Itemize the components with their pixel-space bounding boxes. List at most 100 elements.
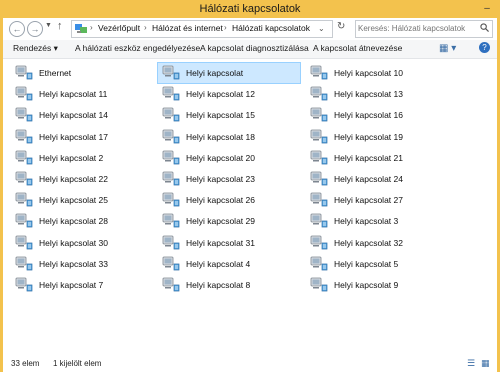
network-adapter-icon (15, 235, 33, 249)
forward-arrow-icon[interactable]: → (27, 21, 43, 37)
connection-item[interactable]: Helyi kapcsolat 11 (11, 84, 153, 104)
connection-item[interactable]: Helyi kapcsolat 7 (11, 275, 153, 295)
connection-label: Helyi kapcsolat 20 (186, 152, 255, 163)
connection-item[interactable]: Helyi kapcsolat 27 (306, 190, 448, 210)
connection-item[interactable]: Helyi kapcsolat 16 (306, 105, 448, 125)
connection-item[interactable]: Helyi kapcsolat 12 (158, 84, 300, 104)
connection-label: Helyi kapcsolat 25 (39, 195, 108, 206)
breadcrumb-network-connections[interactable]: Hálózati kapcsolatok (232, 23, 310, 33)
address-row: ← → ▼ ↑ › Vezérlőpult › Hálózat és inter… (3, 18, 497, 40)
selected-count: 1 kijelölt elem (53, 359, 102, 368)
connection-label: Helyi kapcsolat 23 (186, 174, 255, 184)
minimize-icon[interactable]: – (480, 0, 494, 18)
search-icon[interactable] (480, 23, 489, 32)
recent-locations-chevron-icon[interactable]: ▼ (45, 22, 52, 29)
connection-item[interactable]: Helyi kapcsolat 28 (11, 211, 153, 231)
connection-item[interactable]: Helyi kapcsolat 21 (306, 148, 448, 168)
connection-item[interactable]: Helyi kapcsolat (157, 62, 301, 84)
network-adapter-icon (162, 213, 180, 228)
network-adapter-icon (310, 277, 328, 292)
refresh-icon[interactable]: ↻ (337, 21, 345, 32)
connection-item[interactable]: Ethernet (11, 63, 153, 83)
breadcrumb-separator-icon[interactable]: › (224, 23, 227, 32)
help-icon[interactable]: ? (479, 42, 490, 53)
connection-item[interactable]: Helyi kapcsolat 26 (158, 190, 300, 210)
connection-item[interactable]: Helyi kapcsolat 33 (11, 254, 153, 274)
connection-label: Helyi kapcsolat 17 (39, 131, 108, 142)
connection-item[interactable]: Helyi kapcsolat 22 (11, 169, 153, 189)
connection-item[interactable]: Helyi kapcsolat 9 (306, 275, 448, 295)
change-view-icon[interactable]: ▦ ▾ (439, 43, 456, 54)
network-adapter-icon (162, 192, 180, 207)
network-adapter-icon (15, 129, 33, 143)
command-bar: Rendezés ▾ A hálózati eszköz engedélyezé… (3, 40, 497, 59)
connection-item[interactable]: Helyi kapcsolat 19 (306, 127, 448, 147)
connection-item[interactable]: Helyi kapcsolat 13 (306, 84, 448, 104)
title-bar[interactable]: Hálózati kapcsolatok – (0, 0, 500, 18)
up-arrow-icon[interactable]: ↑ (57, 20, 63, 32)
connection-item[interactable]: Helyi kapcsolat 2 (11, 148, 153, 168)
connection-label: Helyi kapcsolat 4 (186, 258, 251, 269)
connection-item[interactable]: Helyi kapcsolat 15 (158, 105, 300, 125)
connection-item[interactable]: Helyi kapcsolat 20 (158, 148, 300, 168)
network-adapter-icon (15, 150, 33, 165)
search-box[interactable] (355, 20, 493, 38)
connection-label: Helyi kapcsolat 24 (334, 174, 403, 184)
connection-item[interactable]: Helyi kapcsolat 25 (11, 190, 153, 210)
connection-item[interactable]: Helyi kapcsolat 32 (306, 233, 448, 253)
connection-item[interactable]: Helyi kapcsolat 23 (158, 169, 300, 189)
network-adapter-icon (310, 129, 328, 143)
connection-item[interactable]: Helyi kapcsolat 17 (11, 127, 153, 147)
connection-label: Helyi kapcsolat 30 (39, 237, 108, 248)
address-history-chevron-icon[interactable]: ⌄ (318, 24, 325, 33)
connection-item[interactable]: Helyi kapcsolat 3 (306, 211, 448, 231)
search-input[interactable] (358, 22, 476, 35)
network-adapter-icon (162, 107, 180, 122)
back-arrow-icon[interactable]: ← (9, 21, 25, 37)
connection-label: Helyi kapcsolat 16 (334, 110, 403, 121)
connection-label: Helyi kapcsolat 15 (186, 110, 255, 121)
connection-item[interactable]: Helyi kapcsolat 18 (158, 127, 300, 147)
network-adapter-icon (162, 171, 180, 186)
connection-item[interactable]: Helyi kapcsolat 14 (11, 105, 153, 125)
breadcrumb-separator-icon[interactable]: › (90, 23, 93, 32)
connection-label: Helyi kapcsolat 9 (334, 280, 399, 290)
connection-label: Helyi kapcsolat 11 (39, 89, 108, 100)
network-adapter-icon (15, 86, 33, 101)
details-view-icon[interactable]: ☰ (467, 358, 475, 369)
connection-label: Helyi kapcsolat 14 (39, 110, 108, 121)
breadcrumb-control-panel[interactable]: Vezérlőpult (98, 23, 140, 33)
enable-device-button[interactable]: A hálózati eszköz engedélyezése (75, 43, 200, 53)
diagnose-connection-button[interactable]: A kapcsolat diagnosztizálása (200, 43, 309, 53)
connection-item[interactable]: Helyi kapcsolat 10 (306, 63, 448, 83)
connection-item[interactable]: Helyi kapcsolat 5 (306, 254, 448, 274)
rename-connection-button[interactable]: A kapcsolat átnevezése (313, 43, 402, 53)
connection-label: Helyi kapcsolat 33 (39, 258, 108, 269)
item-count: 33 elem (11, 359, 40, 368)
status-bar: 33 elem 1 kijelölt elem ☰ ▦ (3, 356, 497, 372)
connection-label: Helyi kapcsolat 31 (186, 237, 255, 248)
connection-item[interactable]: Helyi kapcsolat 31 (158, 233, 300, 253)
address-bar[interactable]: › Vezérlőpult › Hálózat és internet › Há… (71, 20, 333, 38)
connection-label: Helyi kapcsolat 2 (39, 152, 104, 163)
connection-label: Helyi kapcsolat 19 (334, 131, 403, 142)
network-adapter-icon (162, 150, 180, 165)
network-adapter-icon (15, 107, 33, 122)
connection-item[interactable]: Helyi kapcsolat 24 (306, 169, 448, 189)
connection-label: Helyi kapcsolat 18 (186, 131, 255, 142)
connection-item[interactable]: Helyi kapcsolat 4 (158, 254, 300, 274)
connection-label: Helyi kapcsolat 21 (334, 152, 403, 163)
connection-item[interactable]: Helyi kapcsolat 29 (158, 211, 300, 231)
window-title: Hálózati kapcsolatok (199, 3, 301, 15)
connection-item[interactable]: Helyi kapcsolat 8 (158, 275, 300, 295)
network-adapter-icon (162, 235, 180, 249)
connection-label: Helyi kapcsolat 32 (334, 237, 403, 248)
explorer-window: Hálózati kapcsolatok – ← → ▼ ↑ › Vezérlő… (0, 0, 500, 372)
ethernet-adapter-icon (15, 65, 33, 80)
large-icons-view-icon[interactable]: ▦ (481, 358, 490, 369)
organize-label: Rendezés (13, 43, 52, 53)
connection-item[interactable]: Helyi kapcsolat 30 (11, 233, 153, 253)
breadcrumb-separator-icon[interactable]: › (144, 23, 147, 32)
breadcrumb-network-internet[interactable]: Hálózat és internet (152, 23, 223, 33)
organize-button[interactable]: Rendezés ▾ (13, 43, 58, 54)
